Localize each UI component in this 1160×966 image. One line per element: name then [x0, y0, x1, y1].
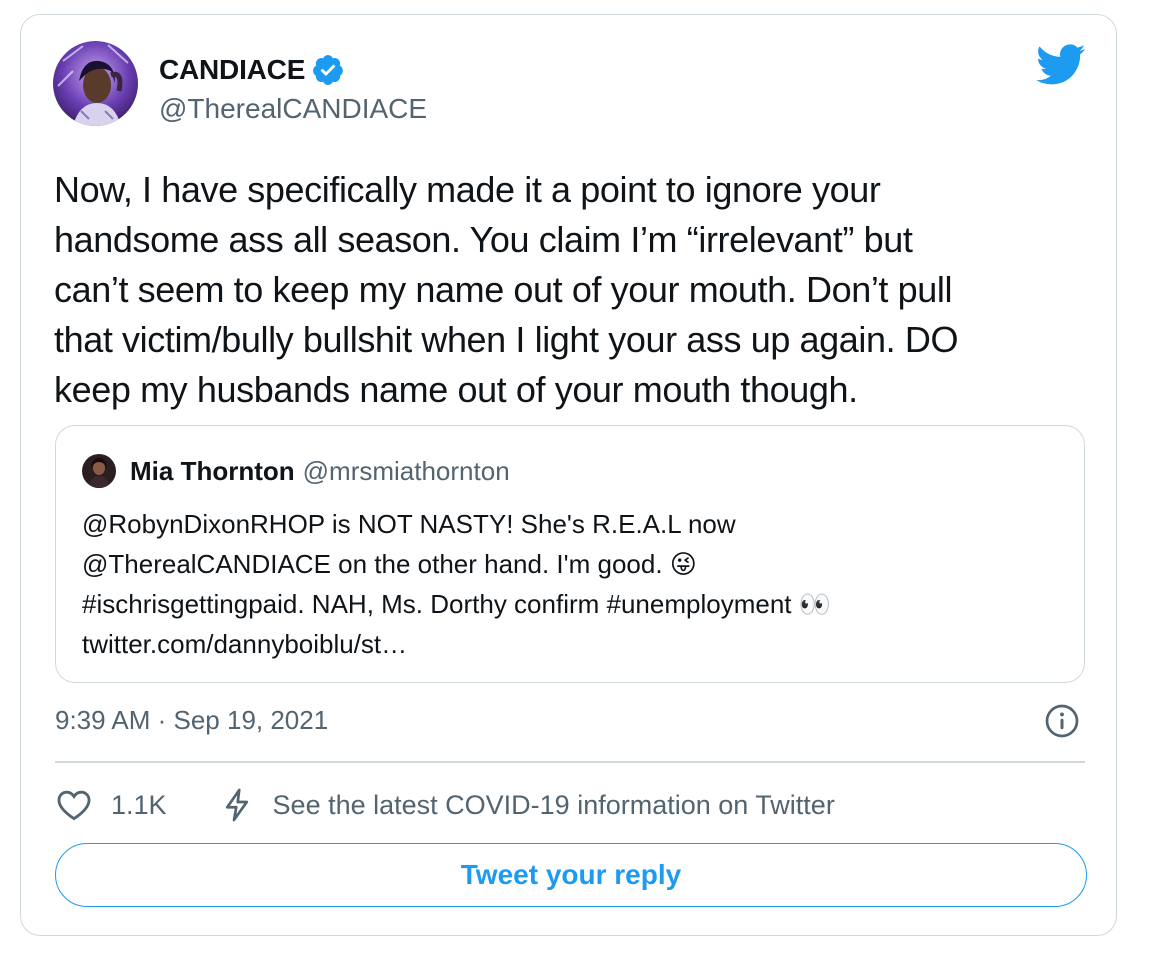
heart-icon[interactable] [55, 786, 93, 824]
quoted-display-name[interactable]: Mia Thornton [130, 456, 295, 486]
author-display-name[interactable]: CANDIACE [159, 54, 305, 86]
tweet-card: CANDIACE @TherealCANDIACE Now, I have sp… [20, 14, 1117, 936]
divider [55, 761, 1085, 763]
quoted-handle[interactable]: @mrsmiathornton [303, 456, 510, 486]
author-avatar[interactable] [53, 41, 138, 126]
tweet-timestamp[interactable]: 9:39 AM · Sep 19, 2021 [55, 705, 328, 736]
quoted-tweet[interactable]: Mia Thornton @mrsmiathornton @RobynDixonR… [55, 425, 1085, 683]
like-count[interactable]: 1.1K [111, 790, 167, 821]
tweet-actions: 1.1K See the latest COVID-19 information… [55, 783, 835, 827]
author-handle[interactable]: @TherealCANDIACE [159, 93, 427, 125]
lightning-bolt-icon[interactable] [219, 787, 255, 823]
twitter-bird-icon[interactable] [1036, 43, 1086, 87]
tweet-reply-button[interactable]: Tweet your reply [55, 843, 1087, 907]
quoted-author: Mia Thornton @mrsmiathornton [130, 456, 510, 487]
covid-info-link[interactable]: See the latest COVID-19 information on T… [273, 790, 835, 821]
verified-badge-icon [311, 53, 345, 87]
quoted-tweet-text: @RobynDixonRHOP is NOT NASTY! She's R.E.… [82, 509, 832, 659]
author-name-row: CANDIACE [159, 53, 345, 87]
quoted-author-avatar [82, 454, 116, 488]
tweet-text: Now, I have specifically made it a point… [54, 169, 959, 410]
info-icon[interactable] [1044, 703, 1080, 739]
